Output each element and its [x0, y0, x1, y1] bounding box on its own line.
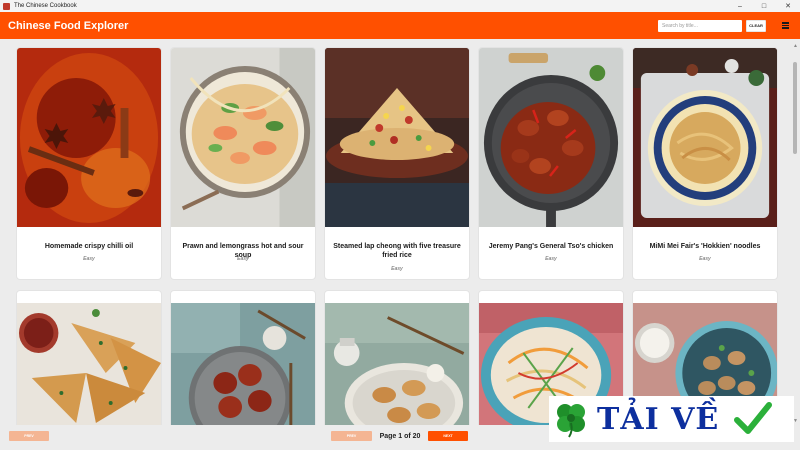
recipe-card[interactable]: Jeremy Pang's General Tso's chicken Easy: [478, 47, 624, 280]
window-titlebar: The Chinese Cookbook – □ ✕: [0, 0, 800, 12]
recipe-difficulty: Easy: [237, 256, 249, 262]
recipe-difficulty: Easy: [83, 256, 95, 262]
recipe-difficulty: Easy: [545, 256, 557, 262]
recipe-title: Jeremy Pang's General Tso's chicken: [488, 243, 614, 250]
scallion-pancake-photo: [17, 303, 161, 425]
dumplings-photo: [325, 303, 469, 425]
recipe-card[interactable]: Prawn and lemongrass hot and sour soup E…: [170, 47, 316, 280]
app-icon: [3, 2, 10, 10]
recipe-title: Steamed lap cheong with five treasure fr…: [333, 243, 461, 259]
scrollbar-thumb[interactable]: [793, 62, 797, 154]
fried-rice-photo: [325, 48, 469, 227]
page-indicator: Page 1 of 20: [379, 432, 421, 440]
recipe-card[interactable]: [170, 290, 316, 425]
clear-button[interactable]: CLEAR: [746, 19, 766, 32]
close-button[interactable]: ✕: [776, 0, 800, 12]
recipe-grid-area: Homemade crispy chilli oil Easy Prawn an…: [0, 39, 800, 425]
next-button[interactable]: NEXT: [428, 431, 468, 441]
recipe-card[interactable]: [324, 290, 470, 425]
recipe-title: MiMi Mei Fair's 'Hokkien' noodles: [649, 243, 761, 250]
window-title: The Chinese Cookbook: [14, 3, 77, 9]
recipe-card[interactable]: [16, 290, 162, 425]
app-header: Chinese Food Explorer CLEAR: [0, 12, 800, 39]
recipe-card[interactable]: Homemade crispy chilli oil Easy: [16, 47, 162, 280]
four-leaf-clover-icon: [557, 404, 585, 438]
search-input[interactable]: [658, 19, 742, 32]
vertical-scrollbar[interactable]: [793, 44, 797, 420]
recipe-card[interactable]: Steamed lap cheong with five treasure fr…: [324, 47, 470, 280]
sticky-chicken-photo: [171, 303, 315, 425]
minimize-button[interactable]: –: [728, 0, 752, 12]
app-title: Chinese Food Explorer: [8, 19, 129, 32]
prev-button[interactable]: PREV: [331, 431, 372, 441]
hokkien-noodles-photo: [633, 48, 777, 227]
hamburger-menu-icon[interactable]: [776, 17, 794, 35]
recipe-difficulty: Easy: [699, 256, 711, 262]
chilli-oil-photo: [17, 48, 161, 227]
prev-button-left[interactable]: PREV: [9, 431, 49, 441]
recipe-difficulty: Easy: [391, 266, 403, 272]
general-tso-chicken-photo: [479, 48, 623, 227]
prawn-soup-photo: [171, 48, 315, 227]
checkmark-icon: [734, 402, 773, 434]
recipe-card[interactable]: MiMi Mei Fair's 'Hokkien' noodles Easy: [632, 47, 778, 280]
download-overlay-logo: TẢI VỀ: [549, 396, 794, 442]
recipe-title: Homemade crispy chilli oil: [44, 243, 134, 250]
logo-text: TẢI VỀ: [597, 401, 720, 437]
maximize-button[interactable]: □: [752, 0, 776, 12]
